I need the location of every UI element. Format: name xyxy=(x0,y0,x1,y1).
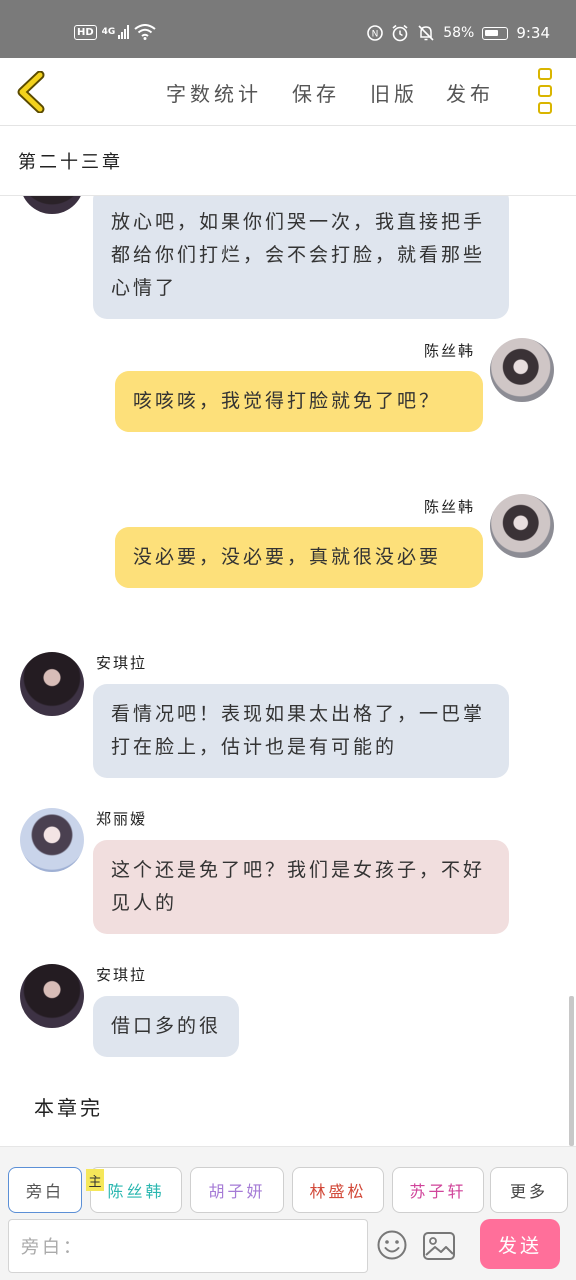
avatar[interactable] xyxy=(20,964,84,1028)
signal-icon xyxy=(118,25,130,39)
old-version-button[interactable]: 旧版 xyxy=(370,78,418,107)
speaker-name: 陈丝韩 xyxy=(424,498,476,516)
scrollbar[interactable] xyxy=(569,996,574,1146)
message-bubble[interactable]: 这个还是免了吧？我们是女孩子，不好见人的 xyxy=(93,840,509,934)
clock: 9:34 xyxy=(516,24,550,42)
main-character-badge: 主 xyxy=(86,1169,104,1191)
image-icon[interactable] xyxy=(422,1231,456,1261)
character-bar: 旁白 陈丝韩 主 胡子妍 林盛松 苏子轩 更多 旁白： 发送 xyxy=(0,1146,576,1280)
save-button[interactable]: 保存 xyxy=(292,78,340,107)
character-chip-narrator[interactable]: 旁白 xyxy=(8,1167,82,1213)
more-characters-button[interactable]: 更多 xyxy=(490,1167,568,1213)
chapter-end-label: 本章完 xyxy=(34,1096,103,1120)
message-bubble[interactable]: 借口多的很 xyxy=(93,996,240,1057)
message-bubble[interactable]: 放心吧，如果你们哭一次，我直接把手都给你们打烂，会不会打脸，就看那些心情了 xyxy=(93,196,509,319)
character-chip-c2[interactable]: 胡子妍 xyxy=(190,1167,284,1213)
avatar[interactable] xyxy=(20,196,84,214)
speaker-name: 陈丝韩 xyxy=(424,342,476,360)
avatar[interactable] xyxy=(20,808,84,872)
mute-bell-icon xyxy=(418,25,434,41)
chapter-title[interactable]: 第二十三章 xyxy=(18,148,123,174)
message-bubble[interactable]: 没必要，没必要，真就很没必要 xyxy=(115,527,483,588)
send-button[interactable]: 发送 xyxy=(480,1219,560,1269)
battery-icon xyxy=(482,26,509,40)
avatar[interactable] xyxy=(20,652,84,716)
speaker-name: 郑丽嫒 xyxy=(96,810,148,828)
avatar[interactable] xyxy=(490,494,554,558)
emoji-icon[interactable] xyxy=(376,1229,408,1261)
publish-button[interactable]: 发布 xyxy=(446,78,494,107)
hd-indicator: HD xyxy=(74,24,97,40)
message-bubble[interactable]: 看情况吧！表现如果太出格了，一巴掌打在脸上，估计也是有可能的 xyxy=(93,684,509,778)
svg-text:N: N xyxy=(372,30,379,40)
message-bubble[interactable]: 咳咳咳，我觉得打脸就免了吧？ xyxy=(115,371,483,432)
editor-toolbar: 字数统计 保存 旧版 发布 xyxy=(0,58,576,126)
alarm-icon xyxy=(392,24,408,42)
avatar[interactable] xyxy=(490,338,554,402)
character-chip-c4[interactable]: 苏子轩 xyxy=(392,1167,484,1213)
nfc-icon: N xyxy=(367,25,383,41)
character-chip-c3[interactable]: 林盛松 xyxy=(292,1167,384,1213)
wifi-icon xyxy=(134,24,156,40)
back-arrow-icon[interactable] xyxy=(14,71,48,113)
word-count-button[interactable]: 字数统计 xyxy=(166,78,262,107)
more-menu-icon[interactable] xyxy=(536,68,554,114)
message-input[interactable]: 旁白： xyxy=(8,1219,368,1273)
chat-area[interactable]: 放心吧，如果你们哭一次，我直接把手都给你们打烂，会不会打脸，就看那些心情了 陈丝… xyxy=(0,196,576,1146)
status-bar: HD 4G N 58% 9:34 xyxy=(0,0,576,58)
network-type: 4G xyxy=(101,27,116,37)
speaker-name: 安琪拉 xyxy=(96,654,148,672)
speaker-name: 安琪拉 xyxy=(96,966,148,984)
chapter-header: 第二十三章 xyxy=(0,126,576,196)
battery-percent: 58% xyxy=(443,25,475,41)
